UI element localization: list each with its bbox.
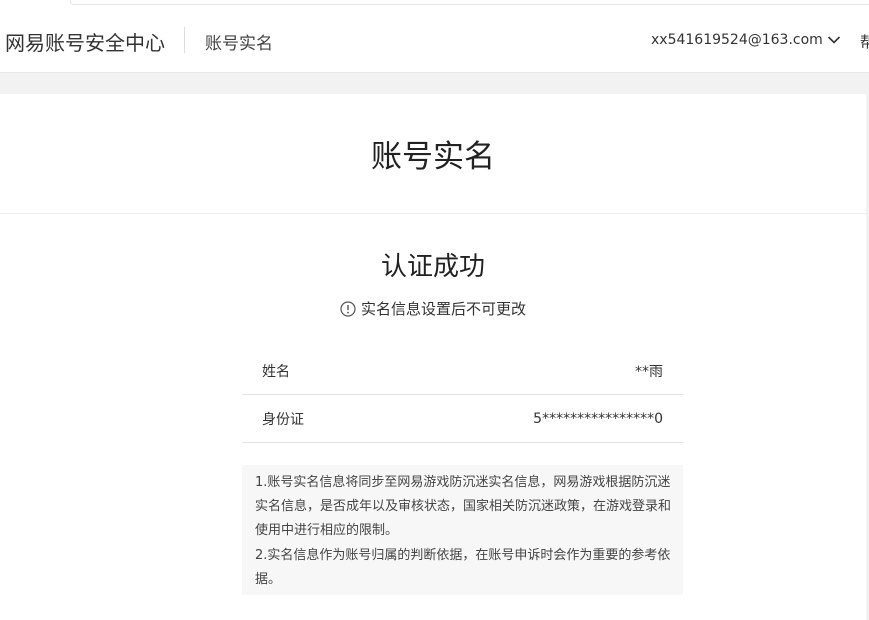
chevron-down-icon [827,36,840,44]
id-card-value: 5****************0 [533,410,663,427]
account-email: xx541619524@163.com [651,32,823,48]
header-divider [184,27,185,53]
notice-text: 实名信息设置后不可更改 [360,300,526,318]
page-header: 网易账号安全中心 账号实名 xx541619524@163.com 帮 [0,8,869,73]
header-shadow-band [0,73,869,94]
top-edge [0,0,869,8]
header-subtitle: 账号实名 [205,34,273,54]
note-item: 2.实名信息作为账号归属的判断依据，在账号申诉时会作为重要的参考依据。 [255,547,671,587]
name-row: 姓名 **雨 [242,347,683,395]
id-card-row: 身份证 5****************0 [242,395,683,443]
notice: 实名信息设置后不可更改 [0,298,866,319]
note-item: 1.账号实名信息将同步至网易游戏防沉迷实名信息，网易游戏根据防沉迷实名信息，是否… [255,475,672,539]
help-link[interactable]: 帮 [860,31,869,52]
status-title: 认证成功 [380,252,485,282]
section-divider [0,213,866,214]
account-menu[interactable]: xx541619524@163.com [651,32,841,48]
name-label: 姓名 [262,363,290,380]
notes-box: 1.账号实名信息将同步至网易游戏防沉迷实名信息，网易游戏根据防沉迷实名信息，是否… [242,465,683,595]
page-title: 账号实名 [371,139,495,175]
name-value: **雨 [635,363,663,380]
identity-info-table: 姓名 **雨 身份证 5****************0 [242,347,683,443]
brand-title[interactable]: 网易账号安全中心 [5,27,165,56]
id-card-label: 身份证 [262,411,304,428]
info-circle-icon [340,300,356,317]
